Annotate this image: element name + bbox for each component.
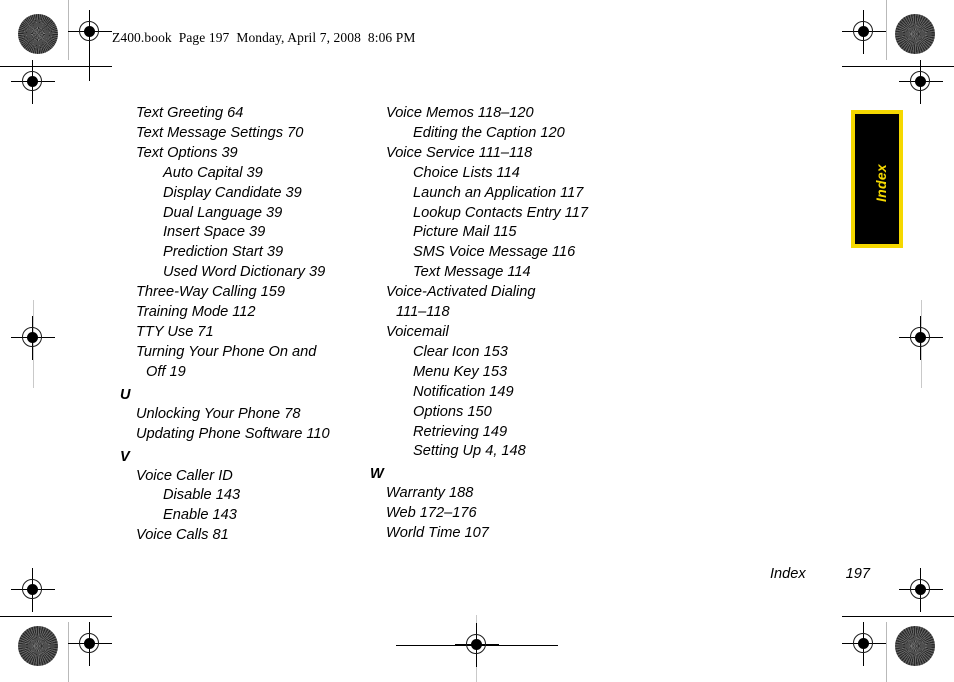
index-entry: Voice Calls 81 <box>136 527 229 544</box>
index-subentry: Used Word Dictionary 39 <box>163 264 326 281</box>
page-header-text: Z400.book Page 197 Monday, April 7, 2008… <box>112 30 416 45</box>
index-entry: TTY Use 71 <box>136 323 214 340</box>
index-entry: Web 172–176 <box>386 505 477 522</box>
trim-rule-bottom-right <box>842 616 954 618</box>
guide-line-left-bottom <box>68 622 69 682</box>
index-letter-heading: W <box>370 466 384 483</box>
index-entry: Warranty 188 <box>386 485 474 502</box>
footer-section-label: Index <box>769 566 806 582</box>
index-entry: Turning Your Phone On and <box>136 343 317 360</box>
index-entry-continuation: 111–118 <box>396 304 450 321</box>
index-entry: Voice-Activated Dialing <box>386 284 536 301</box>
registration-mark-top-right <box>842 10 886 54</box>
index-thumb-tab: Index <box>851 110 903 248</box>
trim-rule-top-left <box>0 66 112 68</box>
index-subentry: Picture Mail 115 <box>413 224 517 241</box>
index-entry: World Time 107 <box>386 525 489 542</box>
guide-line-right <box>886 0 887 60</box>
index-subentry: Launch an Application 117 <box>413 184 584 201</box>
index-subentry: Options 150 <box>413 403 492 420</box>
registration-mark-bottom-right <box>899 568 943 612</box>
index-subentry: Prediction Start 39 <box>163 244 284 261</box>
index-subentry: Editing the Caption 120 <box>413 124 565 141</box>
trim-rule-bottom-left <box>0 616 112 618</box>
index-entry: Updating Phone Software 110 <box>136 425 330 442</box>
index-subentry: Menu Key 153 <box>413 363 508 380</box>
rosette-target-bottom-right <box>895 626 935 666</box>
registration-mark-bottom-left <box>11 568 55 612</box>
index-entry: Voice Caller ID <box>136 467 233 484</box>
trim-rule-bottom-center <box>396 645 558 647</box>
index-entry: Voice Service 111–118 <box>386 144 533 161</box>
index-subentry: Lookup Contacts Entry 117 <box>413 204 588 221</box>
index-subentry: Dual Language 39 <box>163 204 283 221</box>
index-entry: Voicemail <box>386 323 449 340</box>
index-subentry: Setting Up 4, 148 <box>413 443 526 460</box>
registration-mark-top-edge-right <box>899 60 943 104</box>
index-entry: Three-Way Calling 159 <box>136 284 285 301</box>
guide-line-bottom-center <box>476 615 477 682</box>
index-content: Text Greeting 64 Text Message Settings 70… <box>0 104 954 544</box>
index-subentry: Choice Lists 114 <box>413 164 520 181</box>
guide-line-right-bottom <box>886 622 887 682</box>
registration-mark-top-left <box>68 10 112 54</box>
trim-rule-top-right <box>842 66 954 68</box>
index-entry: Text Options 39 <box>136 144 238 161</box>
index-column-right: Voice Memos 118–120 Editing the Caption 1… <box>368 104 620 544</box>
index-entry-continuation: Off 19 <box>146 363 186 380</box>
index-entry: Training Mode 112 <box>136 304 256 321</box>
index-subentry: Text Message 114 <box>413 264 531 281</box>
guide-line-left <box>68 0 69 60</box>
rosette-target-bottom-left <box>18 626 58 666</box>
index-letter-heading: V <box>120 448 130 465</box>
registration-mark-bottom-edge-right <box>842 622 886 666</box>
index-subentry: Enable 143 <box>163 507 237 524</box>
index-subentry: Clear Icon 153 <box>413 343 508 360</box>
index-subentry: Auto Capital 39 <box>163 164 263 181</box>
index-thumb-tab-label: Index <box>873 163 889 203</box>
index-entry: Text Message Settings 70 <box>136 124 304 141</box>
index-subentry: Retrieving 149 <box>413 423 508 440</box>
registration-mark-top-edge-left <box>11 60 55 104</box>
index-entry: Voice Memos 118–120 <box>386 105 534 121</box>
page-footer: Index 197 <box>640 566 870 582</box>
index-column-left: Text Greeting 64 Text Message Settings 70… <box>118 104 370 546</box>
index-subentry: Notification 149 <box>413 383 514 400</box>
index-subentry: Display Candidate 39 <box>163 184 302 201</box>
index-subentry: Insert Space 39 <box>163 224 266 241</box>
index-subentry: SMS Voice Message 116 <box>413 244 576 261</box>
footer-page-number: 197 <box>845 566 870 582</box>
index-letter-heading: U <box>120 386 131 403</box>
rosette-target-top-right <box>895 14 935 54</box>
registration-mark-top-center-stub <box>68 44 112 88</box>
registration-mark-bottom-center <box>455 623 499 667</box>
index-entry: Text Greeting 64 <box>136 105 244 121</box>
rosette-target-top-left <box>18 14 58 54</box>
registration-mark-bottom-edge-left <box>68 622 112 666</box>
index-entry: Unlocking Your Phone 78 <box>136 405 301 422</box>
index-subentry: Disable 143 <box>163 487 241 504</box>
